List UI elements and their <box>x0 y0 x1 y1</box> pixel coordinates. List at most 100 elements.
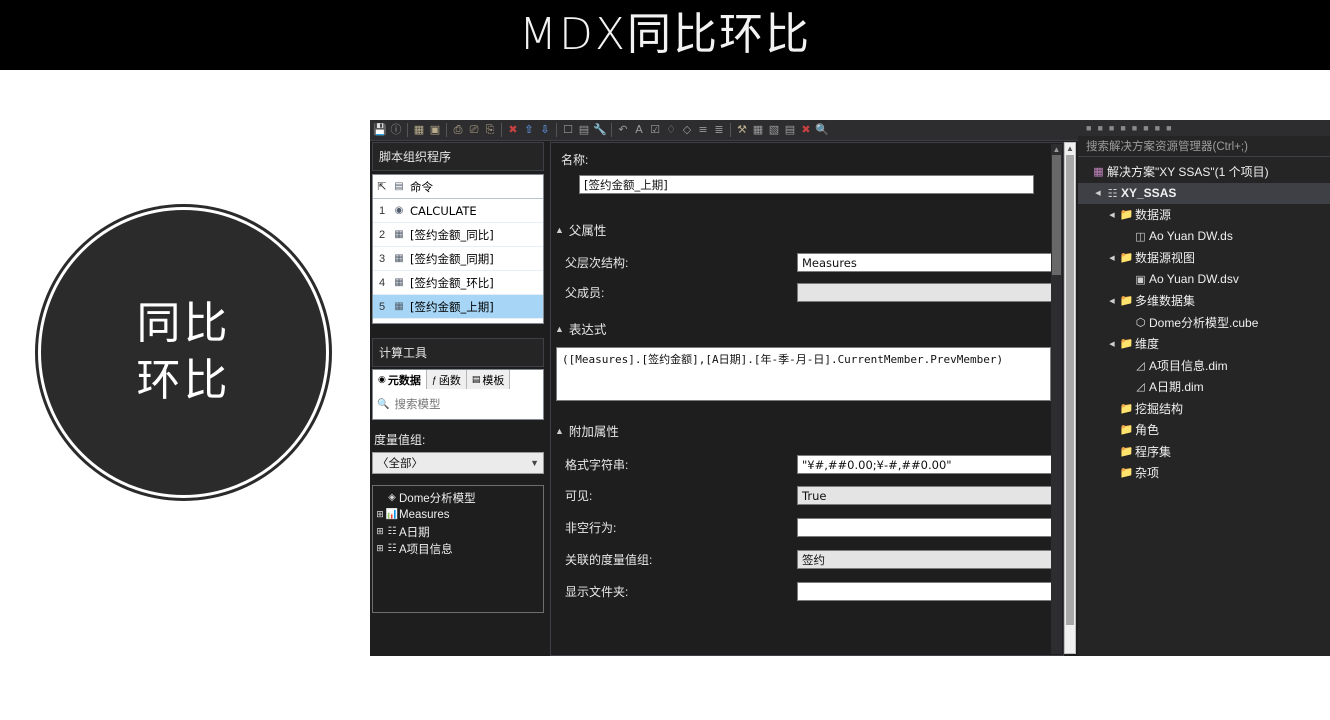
font-icon[interactable]: A <box>632 123 646 137</box>
calculation-tools-tab-模板[interactable]: ▤ 模板 <box>466 370 511 389</box>
copy-icon[interactable]: ⎙ <box>451 123 465 137</box>
metadata-tree-item-label: Measures <box>399 508 450 521</box>
solution-explorer-tree-item[interactable]: ⬡ Dome分析模型.cube <box>1078 312 1330 334</box>
datasource-icon: ◫ <box>1135 230 1146 243</box>
metadata-tree-item[interactable]: ⊞ ☷ A项目信息 <box>375 540 541 557</box>
parent-hierarchy-input[interactable]: Measures <box>797 253 1052 272</box>
dimension-icon: ☷ <box>387 543 397 554</box>
solution-explorer-tree-item[interactable]: ▣ Ao Yuan DW.dsv <box>1078 269 1330 291</box>
measure-group-select[interactable]: 〈全部〉 ▼ <box>372 452 544 474</box>
solution-explorer-tree-item[interactable]: ◀ 📁 数据源视图 <box>1078 247 1330 269</box>
calculation-tools-tab-函数[interactable]: ƒ 函数 <box>426 370 467 389</box>
script-organizer-row-label: [签约金额_上期] <box>410 299 494 314</box>
save-icon[interactable]: 💾 <box>373 123 387 137</box>
script-organizer-row[interactable]: 5 ▦ [签约金额_上期] <box>373 295 543 319</box>
solution-explorer-tree-item[interactable]: ◀ ☷ XY_SSAS <box>1078 182 1330 204</box>
search-model-input[interactable] <box>392 396 527 412</box>
non-empty-behavior-input[interactable] <box>797 518 1052 537</box>
table-icon[interactable]: ▧ <box>767 123 781 137</box>
refresh-icon[interactable]: ■ <box>1120 123 1125 133</box>
parent-member-input[interactable] <box>797 283 1052 302</box>
tree-expander-icon[interactable]: ◀ <box>1106 297 1118 305</box>
solution-explorer-tree-item[interactable]: ◀ 📁 维度 <box>1078 333 1330 355</box>
metadata-tree-item[interactable]: ⊞ 📊 Measures <box>375 506 541 523</box>
tree-expander-icon[interactable]: ⊞ <box>375 509 385 520</box>
new-calculated-member-icon[interactable]: ▦ <box>412 123 426 137</box>
solution-explorer-tree-item[interactable]: ◫ Ao Yuan DW.ds <box>1078 226 1330 248</box>
comment-icon[interactable]: ♢ <box>664 123 678 137</box>
metadata-tree[interactable]: ◈ Dome分析模型 ⊞ 📊 Measures ⊞ ☷ A日期 ⊞ ☷ A项目信息 <box>372 485 544 613</box>
move-down-icon[interactable]: ⇩ <box>538 123 552 137</box>
tree-expander-icon[interactable]: ◀ <box>1092 189 1104 197</box>
script-organizer-row[interactable]: 1 ◉ CALCULATE <box>373 199 543 223</box>
name-input[interactable]: [签约金额_上期] <box>579 175 1034 194</box>
solution-explorer-tree-item[interactable]: ◀ 📁 数据源 <box>1078 204 1330 226</box>
delete-icon[interactable]: ✖ <box>506 123 520 137</box>
script-organizer-row[interactable]: 2 ▦ [签约金额_同比] <box>373 223 543 247</box>
script-view-icon[interactable]: ▤ <box>577 123 591 137</box>
tree-expander-icon[interactable]: ◀ <box>1106 211 1118 219</box>
properties-icon[interactable]: ■ <box>1155 123 1160 133</box>
scrollbar-thumb[interactable] <box>1066 155 1074 625</box>
solution-explorer-tree-item[interactable]: ◿ A日期.dim <box>1078 376 1330 398</box>
scroll-up-arrow-icon[interactable]: ▲ <box>1051 144 1062 155</box>
solution-explorer-tree-item[interactable]: 📁 杂项 <box>1078 462 1330 484</box>
solution-explorer-tree-item[interactable]: 📁 挖掘结构 <box>1078 398 1330 420</box>
back-icon[interactable]: ■ <box>1086 123 1091 133</box>
checkmark-icon[interactable]: ☑ <box>648 123 662 137</box>
filter-icon[interactable]: ▤ <box>783 123 797 137</box>
script-organizer-list[interactable]: ⇱ ▤ 命令 1 ◉ CALCULATE 2 ▦ [签约金额_同比] 3 ▦ [签约金额_同期]… <box>372 174 544 324</box>
solution-explorer-tree-item[interactable]: 📁 程序集 <box>1078 441 1330 463</box>
clear-icon[interactable]: ✖ <box>799 123 813 137</box>
visible-input[interactable]: True <box>797 486 1052 505</box>
tools-icon[interactable]: 🔧 <box>593 123 607 137</box>
search-model-box[interactable]: 🔍 <box>372 389 544 420</box>
display-folder-input[interactable] <box>797 582 1052 601</box>
process-icon[interactable]: ⚒ <box>735 123 749 137</box>
outdent-icon[interactable]: ≣ <box>712 123 726 137</box>
parent-properties-section-title[interactable]: ▲ 父属性 <box>555 220 1053 239</box>
paste-icon[interactable]: ⎚ <box>467 123 481 137</box>
undo-icon[interactable]: ↶ <box>616 123 630 137</box>
new-named-set-icon[interactable]: ▣ <box>428 123 442 137</box>
zoom-icon[interactable]: 🔍 <box>815 123 829 137</box>
column-splitter[interactable] <box>546 142 549 654</box>
associated-measure-group-input[interactable]: 签约 <box>797 550 1052 569</box>
duplicate-icon[interactable]: ⎘ <box>483 123 497 137</box>
form-view-icon[interactable]: ☐ <box>561 123 575 137</box>
solution-explorer-tree-item[interactable]: ◿ A项目信息.dim <box>1078 355 1330 377</box>
metadata-tree-item[interactable]: ◈ Dome分析模型 <box>375 489 541 506</box>
scrollbar-thumb[interactable] <box>1052 155 1061 275</box>
solution-explorer-tree-item[interactable]: ▦ 解决方案"XY SSAS"(1 个项目) <box>1078 161 1330 183</box>
script-organizer-row[interactable]: 3 ▦ [签约金额_同期] <box>373 247 543 271</box>
solution-explorer-tree-item[interactable]: 📁 角色 <box>1078 419 1330 441</box>
scroll-up-arrow-icon[interactable]: ▲ <box>1065 143 1075 155</box>
collapse-all-icon[interactable]: ■ <box>1132 123 1137 133</box>
editor-vertical-scrollbar[interactable]: ▲ <box>1064 142 1076 654</box>
tree-expander-icon[interactable]: ⊞ <box>375 543 385 554</box>
solution-explorer-item-label: 多维数据集 <box>1135 294 1196 309</box>
tree-expander-icon[interactable]: ◀ <box>1106 254 1118 262</box>
format-string-input[interactable]: "¥#,##0.00;¥-#,##0.00" <box>797 455 1052 474</box>
script-organizer-row[interactable]: 4 ▦ [签约金额_环比] <box>373 271 543 295</box>
move-up-icon[interactable]: ⇧ <box>522 123 536 137</box>
forward-icon[interactable]: ■ <box>1097 123 1102 133</box>
additional-properties-section-title[interactable]: ▲ 附加属性 <box>555 421 1053 440</box>
sync-icon[interactable]: ■ <box>1166 123 1171 133</box>
form-vertical-scrollbar[interactable]: ▲ <box>1051 144 1062 654</box>
tree-expander-icon[interactable]: ◀ <box>1106 340 1118 348</box>
solution-explorer-search-box[interactable]: 搜索解决方案资源管理器(Ctrl+;) <box>1078 136 1330 157</box>
calculation-tools-tab-元数据[interactable]: ◉ 元数据 <box>373 370 427 389</box>
help-icon[interactable]: ⓘ <box>389 123 403 137</box>
grid-icon[interactable]: ▦ <box>751 123 765 137</box>
indent-icon[interactable]: ≡ <box>696 123 710 137</box>
show-all-files-icon[interactable]: ■ <box>1143 123 1148 133</box>
solution-explorer-tree-item[interactable]: ◀ 📁 多维数据集 <box>1078 290 1330 312</box>
expression-textarea[interactable]: ([Measures].[签约金额],[A日期].[年-季-月-日].Curre… <box>556 347 1051 401</box>
home-icon[interactable]: ■ <box>1109 123 1114 133</box>
tree-expander-icon[interactable]: ⊞ <box>375 526 385 537</box>
expression-section-title[interactable]: ▲ 表达式 <box>555 319 1053 338</box>
metadata-tree-item[interactable]: ⊞ ☷ A日期 <box>375 523 541 540</box>
uncomment-icon[interactable]: ◇ <box>680 123 694 137</box>
page-title: MDX同比环比 <box>519 9 811 60</box>
